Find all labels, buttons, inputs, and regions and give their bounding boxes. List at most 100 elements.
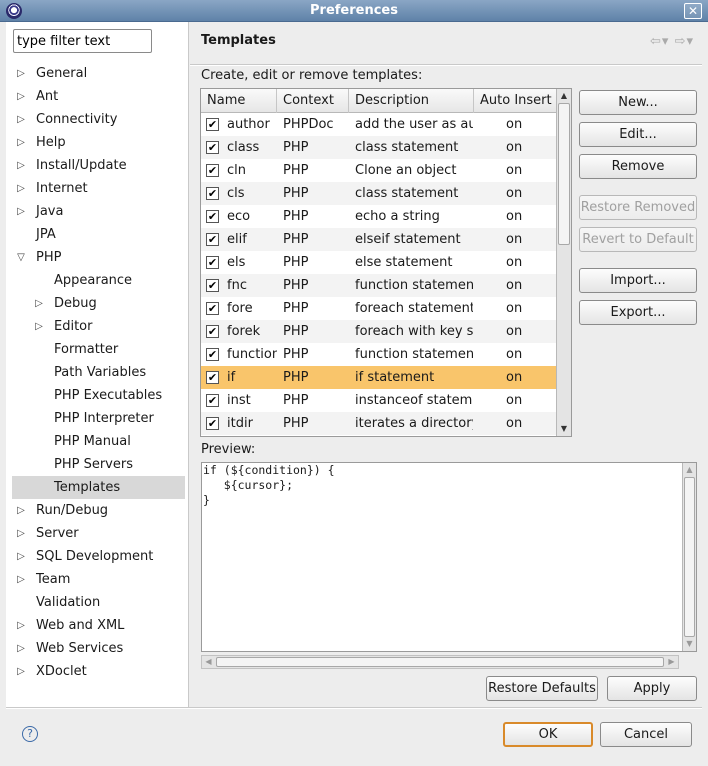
enable-checkbox[interactable]: ✔ <box>206 394 219 407</box>
table-row[interactable]: ✔ forek PHP foreach with key statement on <box>201 320 557 343</box>
enable-checkbox[interactable]: ✔ <box>206 164 219 177</box>
table-row[interactable]: ✔ function PHP function statement on <box>201 343 557 366</box>
tree-item-debug[interactable]: ▷ Debug <box>12 292 185 315</box>
tree-item-php[interactable]: ▽ PHP <box>12 246 185 269</box>
apply-button[interactable]: Apply <box>607 676 697 701</box>
scroll-up-icon[interactable]: ▲ <box>557 89 571 103</box>
table-row[interactable]: ✔ class PHP class statement on <box>201 136 557 159</box>
tree-item-php-executables[interactable]: PHP Executables <box>12 384 185 407</box>
tree-item-general[interactable]: ▷ General <box>12 62 185 85</box>
table-row[interactable]: ✔ cln PHP Clone an object on <box>201 159 557 182</box>
tree-item-path-variables[interactable]: Path Variables <box>12 361 185 384</box>
expand-icon[interactable]: ▷ <box>34 292 44 315</box>
tree-item-web-and-xml[interactable]: ▷ Web and XML <box>12 614 185 637</box>
column-header-name[interactable]: Name <box>201 89 277 113</box>
enable-checkbox[interactable]: ✔ <box>206 348 219 361</box>
tree-item-jpa[interactable]: JPA <box>12 223 185 246</box>
expand-icon[interactable]: ▷ <box>16 108 26 131</box>
enable-checkbox[interactable]: ✔ <box>206 233 219 246</box>
table-row[interactable]: ✔ cls PHP class statement on <box>201 182 557 205</box>
tree-item-php-manual[interactable]: PHP Manual <box>12 430 185 453</box>
enable-checkbox[interactable]: ✔ <box>206 187 219 200</box>
restore-defaults-button[interactable]: Restore Defaults <box>486 676 598 701</box>
enable-checkbox[interactable]: ✔ <box>206 417 219 430</box>
tree-item-sql-development[interactable]: ▷ SQL Development <box>12 545 185 568</box>
table-row[interactable]: ✔ itdir PHP iterates a directory on <box>201 412 557 435</box>
tree-item-internet[interactable]: ▷ Internet <box>12 177 185 200</box>
enable-checkbox[interactable]: ✔ <box>206 256 219 269</box>
enable-checkbox[interactable]: ✔ <box>206 325 219 338</box>
tree-item-php-interpreter[interactable]: PHP Interpreter <box>12 407 185 430</box>
enable-checkbox[interactable]: ✔ <box>206 210 219 223</box>
back-forward-nav[interactable]: ⇦▾ ⇨▾ <box>650 34 694 49</box>
tree-item-appearance[interactable]: Appearance <box>12 269 185 292</box>
new-button[interactable]: New... <box>579 90 697 115</box>
expand-icon[interactable]: ▷ <box>16 154 26 177</box>
expand-icon[interactable]: ▷ <box>16 660 26 683</box>
scroll-left-icon[interactable]: ◀ <box>202 656 215 668</box>
tree-item-editor[interactable]: ▷ Editor <box>12 315 185 338</box>
scroll-thumb[interactable] <box>558 103 570 245</box>
table-row[interactable]: ✔ fore PHP foreach statement on <box>201 297 557 320</box>
table-row[interactable]: ✔ if PHP if statement on <box>201 366 557 389</box>
help-icon[interactable]: ? <box>22 726 38 742</box>
templates-table[interactable]: Name Context Description Auto Insert ✔ au… <box>200 88 572 437</box>
table-row[interactable]: ✔ eco PHP echo a string on <box>201 205 557 228</box>
tree-item-web-services[interactable]: ▷ Web Services <box>12 637 185 660</box>
scroll-thumb[interactable] <box>684 477 695 637</box>
expand-icon[interactable]: ▷ <box>16 568 26 591</box>
scroll-up-icon[interactable]: ▲ <box>683 463 696 477</box>
export-button[interactable]: Export... <box>579 300 697 325</box>
ok-button[interactable]: OK <box>503 722 593 747</box>
column-header-context[interactable]: Context <box>277 89 349 113</box>
scroll-thumb[interactable] <box>216 657 664 667</box>
column-header-auto-insert[interactable]: Auto Insert <box>474 89 557 113</box>
table-row[interactable]: ✔ author PHPDoc add the user as author on <box>201 113 557 136</box>
enable-checkbox[interactable]: ✔ <box>206 371 219 384</box>
tree-item-formatter[interactable]: Formatter <box>12 338 185 361</box>
preview-horizontal-scrollbar[interactable]: ◀ ▶ <box>201 655 679 669</box>
expand-icon[interactable]: ▷ <box>16 637 26 660</box>
tree-item-run-debug[interactable]: ▷ Run/Debug <box>12 499 185 522</box>
close-window-button[interactable]: ✕ <box>684 3 702 19</box>
tree-item-templates[interactable]: Templates <box>12 476 185 499</box>
expand-icon[interactable]: ▷ <box>16 545 26 568</box>
tree-item-team[interactable]: ▷ Team <box>12 568 185 591</box>
expand-icon[interactable]: ▷ <box>16 522 26 545</box>
edit-button[interactable]: Edit... <box>579 122 697 147</box>
expand-icon[interactable]: ▷ <box>16 62 26 85</box>
column-header-description[interactable]: Description <box>349 89 474 113</box>
tree-item-xdoclet[interactable]: ▷ XDoclet <box>12 660 185 683</box>
table-row[interactable]: ✔ inst PHP instanceof statement on <box>201 389 557 412</box>
cancel-button[interactable]: Cancel <box>600 722 692 747</box>
restore-removed-button[interactable]: Restore Removed <box>579 195 697 220</box>
tree-item-php-servers[interactable]: PHP Servers <box>12 453 185 476</box>
remove-button[interactable]: Remove <box>579 154 697 179</box>
table-vertical-scrollbar[interactable]: ▲ ▼ <box>556 89 571 436</box>
expand-icon[interactable]: ▷ <box>16 614 26 637</box>
tree-item-server[interactable]: ▷ Server <box>12 522 185 545</box>
tree-item-validation[interactable]: Validation <box>12 591 185 614</box>
collapse-icon[interactable]: ▽ <box>16 246 26 269</box>
scroll-right-icon[interactable]: ▶ <box>665 656 678 668</box>
expand-icon[interactable]: ▷ <box>16 131 26 154</box>
scroll-down-icon[interactable]: ▼ <box>557 422 571 436</box>
tree-item-ant[interactable]: ▷ Ant <box>12 85 185 108</box>
table-row[interactable]: ✔ els PHP else statement on <box>201 251 557 274</box>
enable-checkbox[interactable]: ✔ <box>206 279 219 292</box>
expand-icon[interactable]: ▷ <box>16 85 26 108</box>
import-button[interactable]: Import... <box>579 268 697 293</box>
scroll-down-icon[interactable]: ▼ <box>683 637 696 651</box>
expand-icon[interactable]: ▷ <box>34 315 44 338</box>
enable-checkbox[interactable]: ✔ <box>206 118 219 131</box>
expand-icon[interactable]: ▷ <box>16 200 26 223</box>
tree-item-java[interactable]: ▷ Java <box>12 200 185 223</box>
enable-checkbox[interactable]: ✔ <box>206 141 219 154</box>
expand-icon[interactable]: ▷ <box>16 177 26 200</box>
tree-item-install-update[interactable]: ▷ Install/Update <box>12 154 185 177</box>
filter-input[interactable] <box>13 29 152 53</box>
revert-to-default-button[interactable]: Revert to Default <box>579 227 697 252</box>
table-row[interactable]: ✔ fnc PHP function statement on <box>201 274 557 297</box>
enable-checkbox[interactable]: ✔ <box>206 302 219 315</box>
expand-icon[interactable]: ▷ <box>16 499 26 522</box>
